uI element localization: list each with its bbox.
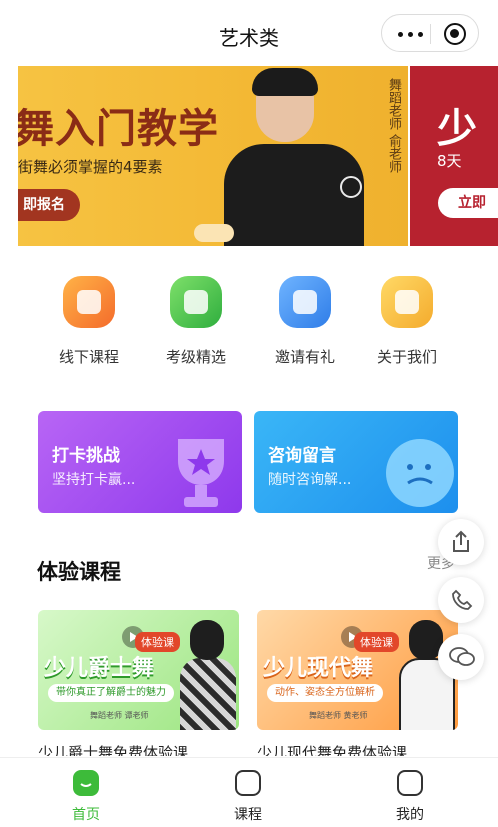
- share-button[interactable]: [438, 519, 484, 565]
- title-bar: 艺术类: [0, 0, 498, 64]
- tab-mine[interactable]: 我的: [350, 766, 470, 826]
- course-teacher: 舞蹈老师 黄老师: [309, 711, 368, 720]
- banner-person-image: [218, 68, 368, 246]
- close-target-icon[interactable]: [444, 23, 466, 45]
- banner-next-slide[interactable]: 少 8天 立即: [410, 66, 498, 246]
- face-icon: [386, 439, 454, 507]
- nav-item-label: 考级精选: [165, 348, 226, 366]
- tab-label: 我的: [396, 807, 424, 823]
- course-teacher: 舞蹈老师 谭老师: [90, 711, 149, 720]
- banner-next-headline: 少: [437, 106, 477, 152]
- star-icon: [170, 276, 222, 328]
- wechat-icon: [449, 647, 475, 666]
- more-dots-icon[interactable]: [398, 32, 424, 37]
- wechat-button[interactable]: [438, 634, 484, 680]
- nav-item-label: 邀请有礼: [274, 348, 335, 366]
- course-banner-title: 少儿爵士舞: [44, 656, 155, 681]
- nav-item-exam-selection[interactable]: 考级精选: [141, 270, 251, 370]
- banner-headline: 舞入门教学: [18, 106, 219, 152]
- course-card-modern[interactable]: 体验课 少儿现代舞 动作、姿态全方位解析 舞蹈老师 黄老师: [257, 610, 458, 730]
- banner-next-button[interactable]: 立即: [438, 188, 498, 218]
- nav-item-offline-courses[interactable]: 线下课程: [34, 270, 144, 370]
- tab-courses[interactable]: 课程: [188, 766, 308, 826]
- home-icon: [73, 770, 99, 796]
- capsule-divider: [430, 24, 431, 44]
- course-banner-strip: 带你真正了解爵士的魅力: [48, 684, 174, 702]
- tab-label: 首页: [72, 807, 100, 823]
- consult-message-card[interactable]: 咨询留言 随时咨询解...: [254, 411, 458, 513]
- course-banner-strip: 动作、姿态全方位解析: [267, 684, 383, 702]
- card-title: 打卡挑战: [52, 446, 120, 466]
- cloud-decoration: [194, 224, 234, 242]
- mini-program-capsule: [381, 14, 479, 52]
- checkin-challenge-card[interactable]: 打卡挑战 坚持打卡赢...: [38, 411, 242, 513]
- course-person-image: [174, 616, 238, 730]
- sun-icon: [340, 176, 362, 198]
- course-banner-title: 少儿现代舞: [263, 656, 374, 681]
- banner-next-subtitle: 8天: [437, 152, 462, 170]
- tab-label: 课程: [234, 807, 262, 823]
- user-icon: [397, 770, 423, 796]
- banner-subtitle: 街舞必须掌握的4要素: [18, 158, 163, 176]
- bell-icon: [279, 276, 331, 328]
- banner-slide[interactable]: 舞入门教学 街舞必须掌握的4要素 即报名 舞蹈老师 俞老师: [18, 66, 408, 246]
- chat-icon: [381, 276, 433, 328]
- card-subtitle: 随时咨询解...: [268, 472, 352, 488]
- nav-item-about-us[interactable]: 关于我们: [352, 270, 462, 370]
- nav-item-label: 关于我们: [376, 348, 437, 366]
- section-title: 体验课程: [37, 560, 121, 584]
- banner-signup-button[interactable]: 即报名: [18, 189, 80, 221]
- book-icon: [63, 276, 115, 328]
- banner-teacher-label: 舞蹈老师 俞老师: [386, 78, 401, 174]
- card-subtitle: 坚持打卡赢...: [52, 472, 136, 488]
- phone-button[interactable]: [438, 577, 484, 623]
- share-icon: [453, 530, 469, 552]
- trophy-icon: [178, 439, 224, 507]
- phone-icon: [452, 589, 473, 610]
- nav-grid: 线下课程 考级精选 邀请有礼 关于我们: [0, 270, 498, 370]
- tab-home[interactable]: 首页: [26, 766, 146, 826]
- course-name[interactable]: 少儿爵士舞免费体验课: [38, 742, 239, 756]
- nav-item-invite-gift[interactable]: 邀请有礼: [250, 270, 360, 370]
- course-name[interactable]: 少儿现代舞免费体验课: [257, 742, 458, 756]
- nav-item-label: 线下课程: [58, 348, 119, 366]
- tab-bar: 首页 课程 我的: [0, 757, 498, 827]
- course-card-jazz[interactable]: 体验课 少儿爵士舞 带你真正了解爵士的魅力 舞蹈老师 谭老师: [38, 610, 239, 730]
- card-title: 咨询留言: [268, 446, 336, 466]
- tv-icon: [235, 770, 261, 796]
